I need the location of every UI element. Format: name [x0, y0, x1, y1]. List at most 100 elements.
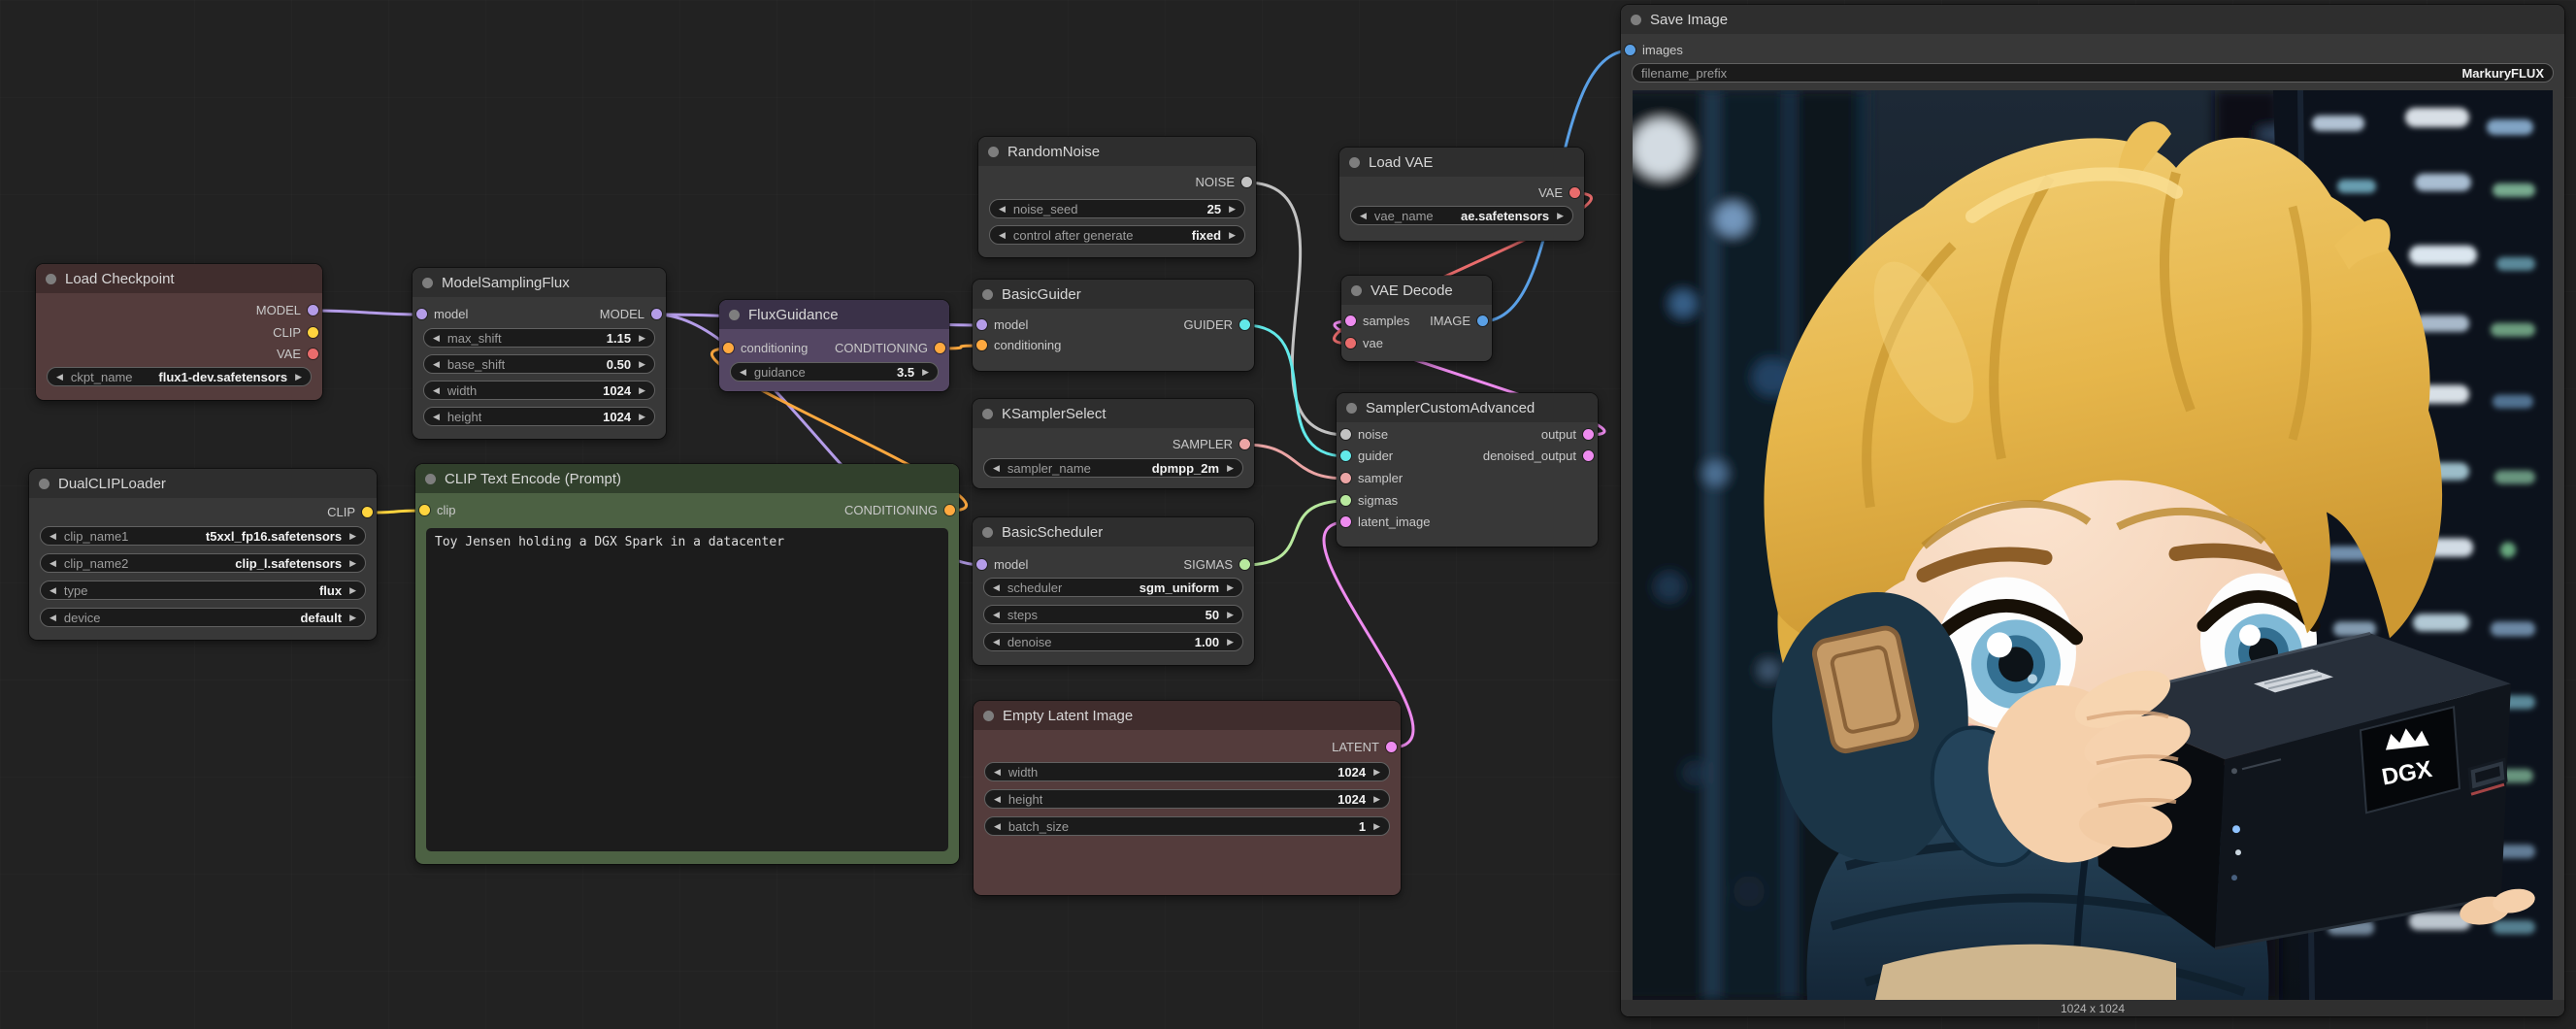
widget-batch_size[interactable]: ◀batch_size1▶	[984, 816, 1390, 836]
collapse-dot-icon[interactable]	[46, 274, 56, 284]
output-slot-VAE[interactable]	[1569, 187, 1580, 198]
input-slot-sigmas[interactable]	[1340, 495, 1351, 506]
collapse-dot-icon[interactable]	[1349, 157, 1360, 168]
decrement-arrow-icon[interactable]: ◀	[50, 559, 56, 568]
input-slot-samples[interactable]	[1345, 315, 1356, 326]
increment-arrow-icon[interactable]: ▶	[1227, 464, 1234, 473]
collapse-dot-icon[interactable]	[988, 147, 999, 157]
widget-clip_name2[interactable]: ◀clip_name2clip_l.safetensors▶	[40, 553, 366, 573]
input-slot-model[interactable]	[416, 309, 427, 319]
node-clip-text-encode[interactable]: CLIP Text Encode (Prompt)clipCONDITIONIN…	[415, 464, 959, 864]
decrement-arrow-icon[interactable]: ◀	[433, 413, 440, 421]
input-slot-images[interactable]	[1625, 45, 1635, 55]
node-basic-scheduler[interactable]: BasicSchedulermodelSIGMAS◀schedulersgm_u…	[973, 517, 1254, 665]
decrement-arrow-icon[interactable]: ◀	[993, 611, 1000, 619]
input-slot-noise[interactable]	[1340, 429, 1351, 440]
increment-arrow-icon[interactable]: ▶	[639, 386, 645, 395]
input-slot-guider[interactable]	[1340, 450, 1351, 461]
input-slot-clip[interactable]	[419, 505, 430, 515]
widget-height[interactable]: ◀height1024▶	[984, 789, 1390, 809]
output-slot-CLIP[interactable]	[362, 507, 373, 517]
increment-arrow-icon[interactable]: ▶	[1373, 822, 1380, 831]
increment-arrow-icon[interactable]: ▶	[349, 586, 356, 595]
collapse-dot-icon[interactable]	[1351, 285, 1362, 296]
output-slot-GUIDER[interactable]	[1239, 319, 1250, 330]
widget-scheduler[interactable]: ◀schedulersgm_uniform▶	[983, 578, 1243, 597]
decrement-arrow-icon[interactable]: ◀	[433, 360, 440, 369]
output-slot-denoised_output[interactable]	[1583, 450, 1594, 461]
node-save-image[interactable]: Save Imageimagesfilename_prefixMarkuryFL…	[1621, 5, 2564, 1016]
collapse-dot-icon[interactable]	[425, 474, 436, 484]
decrement-arrow-icon[interactable]: ◀	[1360, 212, 1367, 220]
node-load-vae[interactable]: Load VAEVAE◀vae_nameae.safetensors▶	[1339, 148, 1584, 241]
decrement-arrow-icon[interactable]: ◀	[999, 231, 1006, 240]
output-slot-SIGMAS[interactable]	[1239, 559, 1250, 570]
node-graph-canvas[interactable]: Load CheckpointMODELCLIPVAE◀ckpt_nameflu…	[0, 0, 2576, 1029]
decrement-arrow-icon[interactable]: ◀	[993, 583, 1000, 592]
widget-sampler_name[interactable]: ◀sampler_namedpmpp_2m▶	[983, 458, 1243, 478]
input-slot-model[interactable]	[976, 319, 987, 330]
output-slot-SAMPLER[interactable]	[1239, 439, 1250, 449]
widget-width[interactable]: ◀width1024▶	[984, 762, 1390, 781]
output-slot-MODEL[interactable]	[651, 309, 662, 319]
collapse-dot-icon[interactable]	[982, 527, 993, 538]
input-slot-sampler[interactable]	[1340, 473, 1351, 483]
increment-arrow-icon[interactable]: ▶	[1227, 638, 1234, 647]
widget-base_shift[interactable]: ◀base_shift0.50▶	[423, 354, 655, 374]
input-slot-latent_image[interactable]	[1340, 516, 1351, 527]
decrement-arrow-icon[interactable]: ◀	[50, 532, 56, 541]
increment-arrow-icon[interactable]: ▶	[1373, 795, 1380, 804]
decrement-arrow-icon[interactable]: ◀	[50, 586, 56, 595]
node-load-checkpoint[interactable]: Load CheckpointMODELCLIPVAE◀ckpt_nameflu…	[36, 264, 322, 400]
increment-arrow-icon[interactable]: ▶	[349, 532, 356, 541]
node-empty-latent-image[interactable]: Empty Latent ImageLATENT◀width1024▶◀heig…	[974, 701, 1401, 895]
widget-guidance[interactable]: ◀guidance3.5▶	[730, 362, 939, 382]
increment-arrow-icon[interactable]: ▶	[639, 334, 645, 343]
widget-denoise[interactable]: ◀denoise1.00▶	[983, 632, 1243, 651]
widget-width[interactable]: ◀width1024▶	[423, 381, 655, 400]
node-sampler-custom-advanced[interactable]: SamplerCustomAdvancednoiseguidersamplers…	[1337, 393, 1598, 547]
increment-arrow-icon[interactable]: ▶	[1227, 611, 1234, 619]
increment-arrow-icon[interactable]: ▶	[1229, 231, 1236, 240]
increment-arrow-icon[interactable]: ▶	[1229, 205, 1236, 214]
collapse-dot-icon[interactable]	[983, 711, 994, 721]
decrement-arrow-icon[interactable]: ◀	[994, 822, 1001, 831]
output-slot-CLIP[interactable]	[308, 327, 318, 338]
node-vae-decode[interactable]: VAE DecodesamplesvaeIMAGE	[1341, 276, 1492, 361]
decrement-arrow-icon[interactable]: ◀	[433, 386, 440, 395]
output-slot-CONDITIONING[interactable]	[944, 505, 955, 515]
collapse-dot-icon[interactable]	[982, 409, 993, 419]
decrement-arrow-icon[interactable]: ◀	[740, 368, 746, 377]
increment-arrow-icon[interactable]: ▶	[1227, 583, 1234, 592]
decrement-arrow-icon[interactable]: ◀	[50, 614, 56, 622]
collapse-dot-icon[interactable]	[39, 479, 50, 489]
decrement-arrow-icon[interactable]: ◀	[999, 205, 1006, 214]
widget-vae_name[interactable]: ◀vae_nameae.safetensors▶	[1350, 206, 1573, 225]
decrement-arrow-icon[interactable]: ◀	[994, 795, 1001, 804]
widget-max_shift[interactable]: ◀max_shift1.15▶	[423, 328, 655, 348]
output-slot-LATENT[interactable]	[1386, 742, 1397, 752]
widget-noise_seed[interactable]: ◀noise_seed25▶	[989, 199, 1245, 218]
decrement-arrow-icon[interactable]: ◀	[994, 768, 1001, 777]
collapse-dot-icon[interactable]	[1631, 15, 1641, 25]
output-slot-CONDITIONING[interactable]	[935, 343, 945, 353]
increment-arrow-icon[interactable]: ▶	[1557, 212, 1564, 220]
widget-device[interactable]: ◀devicedefault▶	[40, 608, 366, 627]
increment-arrow-icon[interactable]: ▶	[295, 373, 302, 382]
increment-arrow-icon[interactable]: ▶	[349, 614, 356, 622]
collapse-dot-icon[interactable]	[422, 278, 433, 288]
widget-steps[interactable]: ◀steps50▶	[983, 605, 1243, 624]
widget-height[interactable]: ◀height1024▶	[423, 407, 655, 426]
collapse-dot-icon[interactable]	[1346, 403, 1357, 414]
increment-arrow-icon[interactable]: ▶	[922, 368, 929, 377]
widget-type[interactable]: ◀typeflux▶	[40, 581, 366, 600]
decrement-arrow-icon[interactable]: ◀	[433, 334, 440, 343]
widget-clip_name1[interactable]: ◀clip_name1t5xxl_fp16.safetensors▶	[40, 526, 366, 546]
input-slot-conditioning[interactable]	[723, 343, 734, 353]
input-slot-conditioning[interactable]	[976, 340, 987, 350]
output-slot-output[interactable]	[1583, 429, 1594, 440]
node-random-noise[interactable]: RandomNoiseNOISE◀noise_seed25▶◀control a…	[978, 137, 1256, 257]
prompt-textarea[interactable]: Toy Jensen holding a DGX Spark in a data…	[426, 528, 948, 851]
input-slot-model[interactable]	[976, 559, 987, 570]
output-slot-IMAGE[interactable]	[1477, 315, 1488, 326]
